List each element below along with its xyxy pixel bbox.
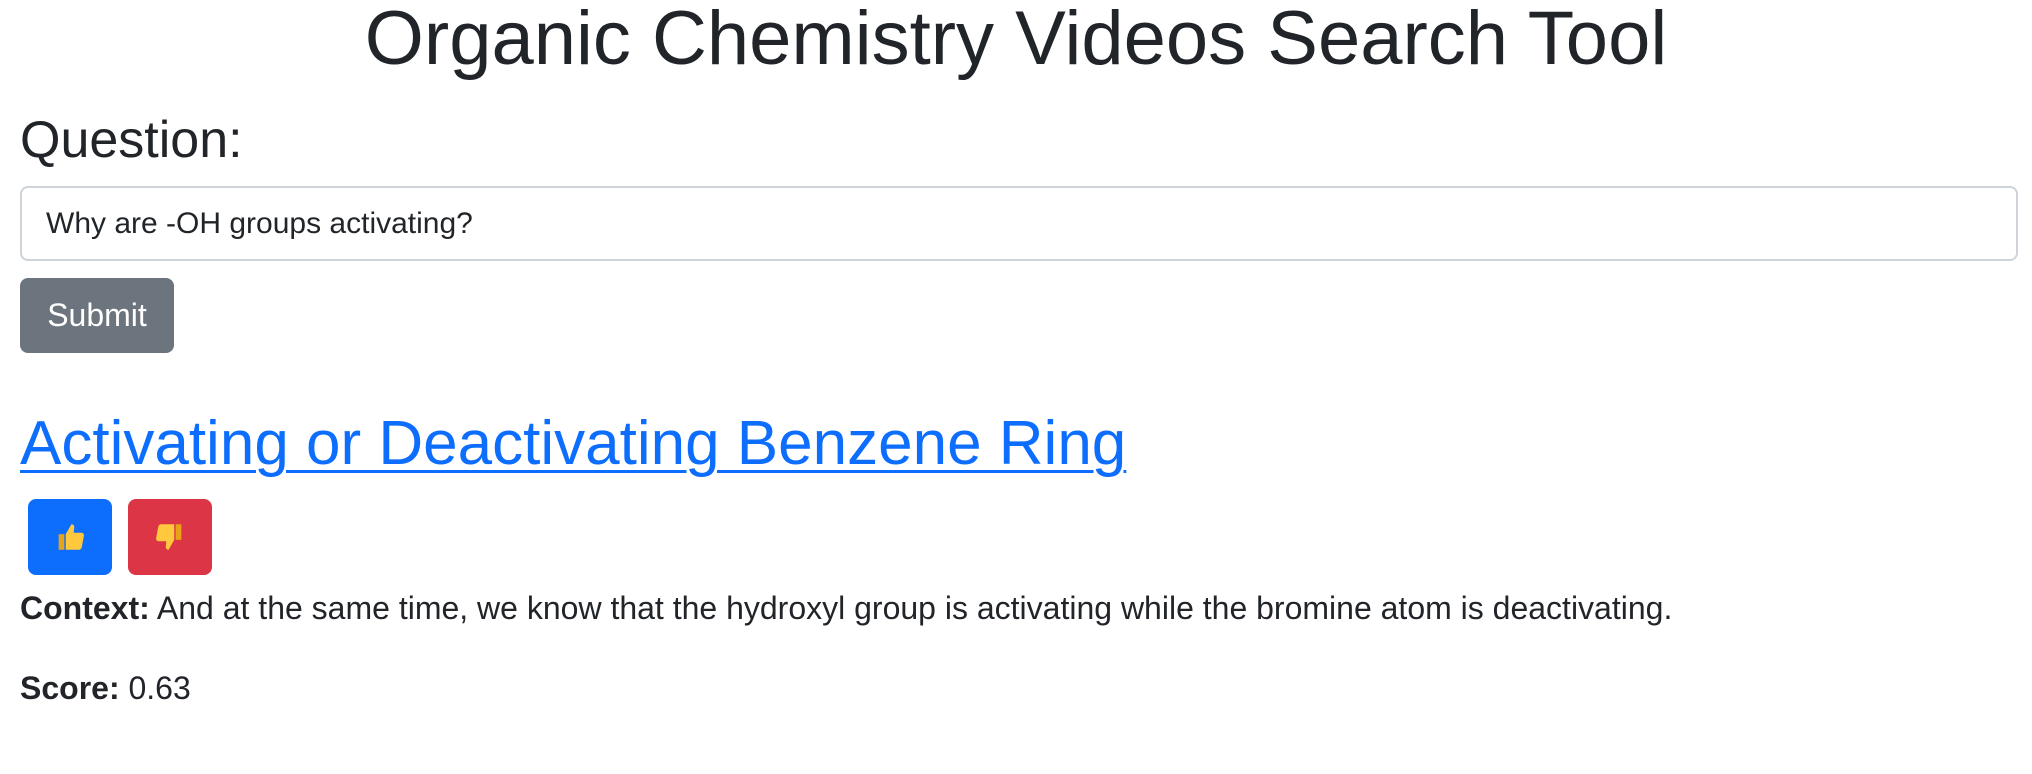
score-label: Score: xyxy=(20,670,120,706)
score-line: Score: 0.63 xyxy=(20,668,191,708)
page-title: Organic Chemistry Videos Search Tool xyxy=(364,0,1668,81)
result-title-link[interactable]: Activating or Deactivating Benzene Ring xyxy=(20,406,1126,482)
context-line: Context: And at the same time, we know t… xyxy=(20,588,1672,628)
score-value: 0.63 xyxy=(128,670,191,706)
question-label: Question: xyxy=(20,111,243,169)
submit-button[interactable]: Submit xyxy=(20,278,174,353)
question-input[interactable] xyxy=(20,186,2018,261)
thumbs-up-button[interactable] xyxy=(28,499,112,575)
thumbs-up-icon xyxy=(58,524,84,550)
thumbs-down-icon xyxy=(156,524,182,550)
thumbs-down-button[interactable] xyxy=(128,499,212,575)
context-text: And at the same time, we know that the h… xyxy=(156,590,1673,626)
context-label: Context: xyxy=(20,590,150,626)
